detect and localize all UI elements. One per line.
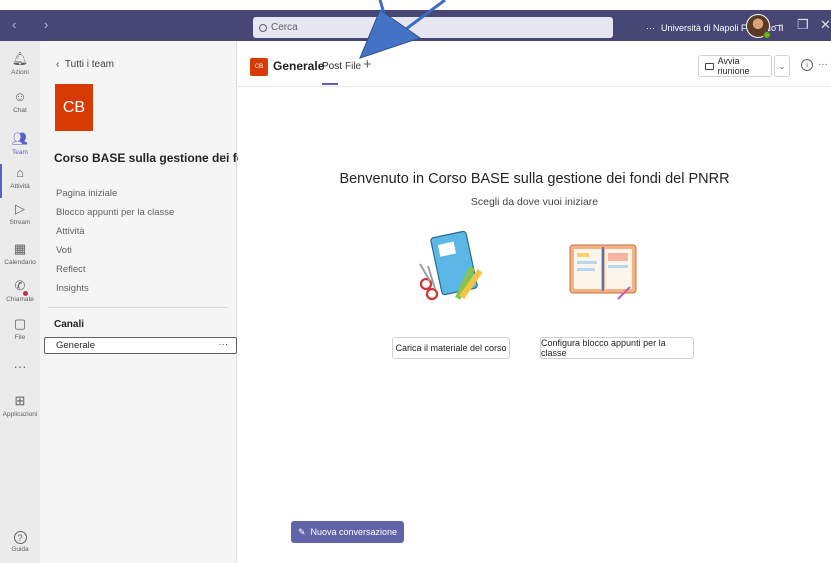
rail-item-attivita[interactable]: ⌂ Attività [0,165,40,190]
rail-item-calendario[interactable]: ▦ Calendario [0,241,40,266]
note-line-3 [577,268,595,271]
presence-dot [763,31,771,39]
divider [48,307,228,308]
chevron-left-icon: ‹ [56,59,65,70]
calendar-icon: ▦ [13,241,27,256]
restore-icon[interactable]: ❐ [797,17,809,33]
tab-post[interactable]: Post [322,61,342,72]
bell-icon: 🔔︎ [11,51,29,66]
back-to-teams-link[interactable]: ‹ Tutti i team [56,59,114,70]
menu-item-voti[interactable]: Voti [56,245,72,256]
rail-item-stream[interactable]: ▷ Stream [0,201,40,226]
backpack-icon: ⌂ [16,165,24,180]
channel-team-icon: CB [250,58,268,76]
configure-notebook-button[interactable]: Configura blocco appunti per la classe [540,337,694,359]
search-input[interactable]: Cerca [253,17,613,38]
menu-item-reflect[interactable]: Reflect [56,264,86,275]
note-line-4 [608,265,628,268]
team-panel: ‹ Tutti i team CB Corso BASE sulla gesti… [40,41,254,563]
new-conversation-label: Nuova conversazione [310,527,398,537]
rail-item-azioni[interactable]: 🔔︎ Azioni [0,51,40,76]
channels-heading: Canali [54,319,85,330]
close-icon[interactable]: ✕ [820,17,831,33]
search-placeholder: Cerca [271,22,298,33]
video-camera-icon [705,62,714,70]
top-margin [0,0,831,10]
note-block [608,253,628,261]
channel-title: Generale [273,59,325,73]
channel-label: Generale [56,340,96,351]
tab-file[interactable]: File [345,61,361,72]
profile-avatar[interactable] [746,14,771,39]
menu-item-blocco-appunti[interactable]: Blocco appunti per la classe [56,207,174,218]
channel-main: CB Generale Post File + Avvia riunione ⌄… [238,41,831,563]
rail-item-team[interactable]: 👥︎ Team [0,131,40,156]
file-icon: ▢ [13,316,27,331]
channel-item-generale[interactable]: Generale ··· [44,337,237,354]
class-notebook-illustration [569,244,637,300]
start-meeting-label: Avvia riunione [717,56,750,76]
stream-icon: ▷ [15,201,25,216]
welcome-subtitle: Scegli da dove vuoi iniziare [470,196,599,208]
chat-icon: ☺ [13,89,27,104]
app-rail: 🔔︎ Azioni ☺ Chat 👥︎ Team ⌂ Attività ▷ Stream … [0,41,40,563]
course-materials-illustration [419,230,483,301]
rail-item-chat[interactable]: ☺ Chat [0,89,40,114]
start-meeting-button[interactable]: Avvia riunione [698,55,772,77]
menu-item-insights[interactable]: Insights [56,283,89,294]
chevron-down-icon[interactable]: ⌄ [774,55,790,77]
welcome-title: Benvenuto in Corso BASE sulla gestione d… [339,171,730,187]
new-conversation-button[interactable]: ✎ Nuova conversazione [291,521,404,543]
add-tab-icon[interactable]: + [363,56,372,73]
history-nav-arrows[interactable]: ‹ › [12,17,60,32]
apps-icon: ⊞ [14,393,26,408]
rail-item-guida[interactable]: ? Guida [0,531,40,553]
team-tile: CB [55,84,93,131]
channel-more-icon[interactable]: ··· [219,339,229,350]
menu-item-attivita[interactable]: Attività [56,226,85,237]
help-icon: ? [13,531,27,544]
scissor-ring-2 [425,287,439,301]
upload-materials-button[interactable]: Carica il materiale del corso [392,337,510,359]
phone-icon: ✆ [14,278,26,293]
minimize-icon[interactable]: – [775,17,782,32]
more-icon[interactable]: ··· [818,59,828,70]
org-more-icon[interactable]: ··· [646,23,655,33]
rail-item-file[interactable]: ▢ File [0,316,40,341]
info-icon[interactable]: i [801,59,813,71]
more-icon: ··· [13,359,27,374]
channel-header: CB Generale Post File + Avvia riunione ⌄… [238,41,831,87]
rail-item-chiamate[interactable]: ✆ Chiamate [0,278,40,303]
tab-active-underline [322,83,338,85]
note-line-2 [577,261,597,264]
rail-item-more[interactable]: ··· [0,359,40,377]
team-more-icon[interactable]: ··· [219,150,230,162]
rail-item-applicazioni[interactable]: ⊞ Applicazioni [0,393,40,418]
menu-item-pagina-iniziale[interactable]: Pagina iniziale [56,188,117,199]
note-line-1 [577,253,589,257]
compose-icon: ✎ [297,526,306,537]
teams-icon: 👥︎ [11,131,29,146]
search-icon [259,23,267,32]
